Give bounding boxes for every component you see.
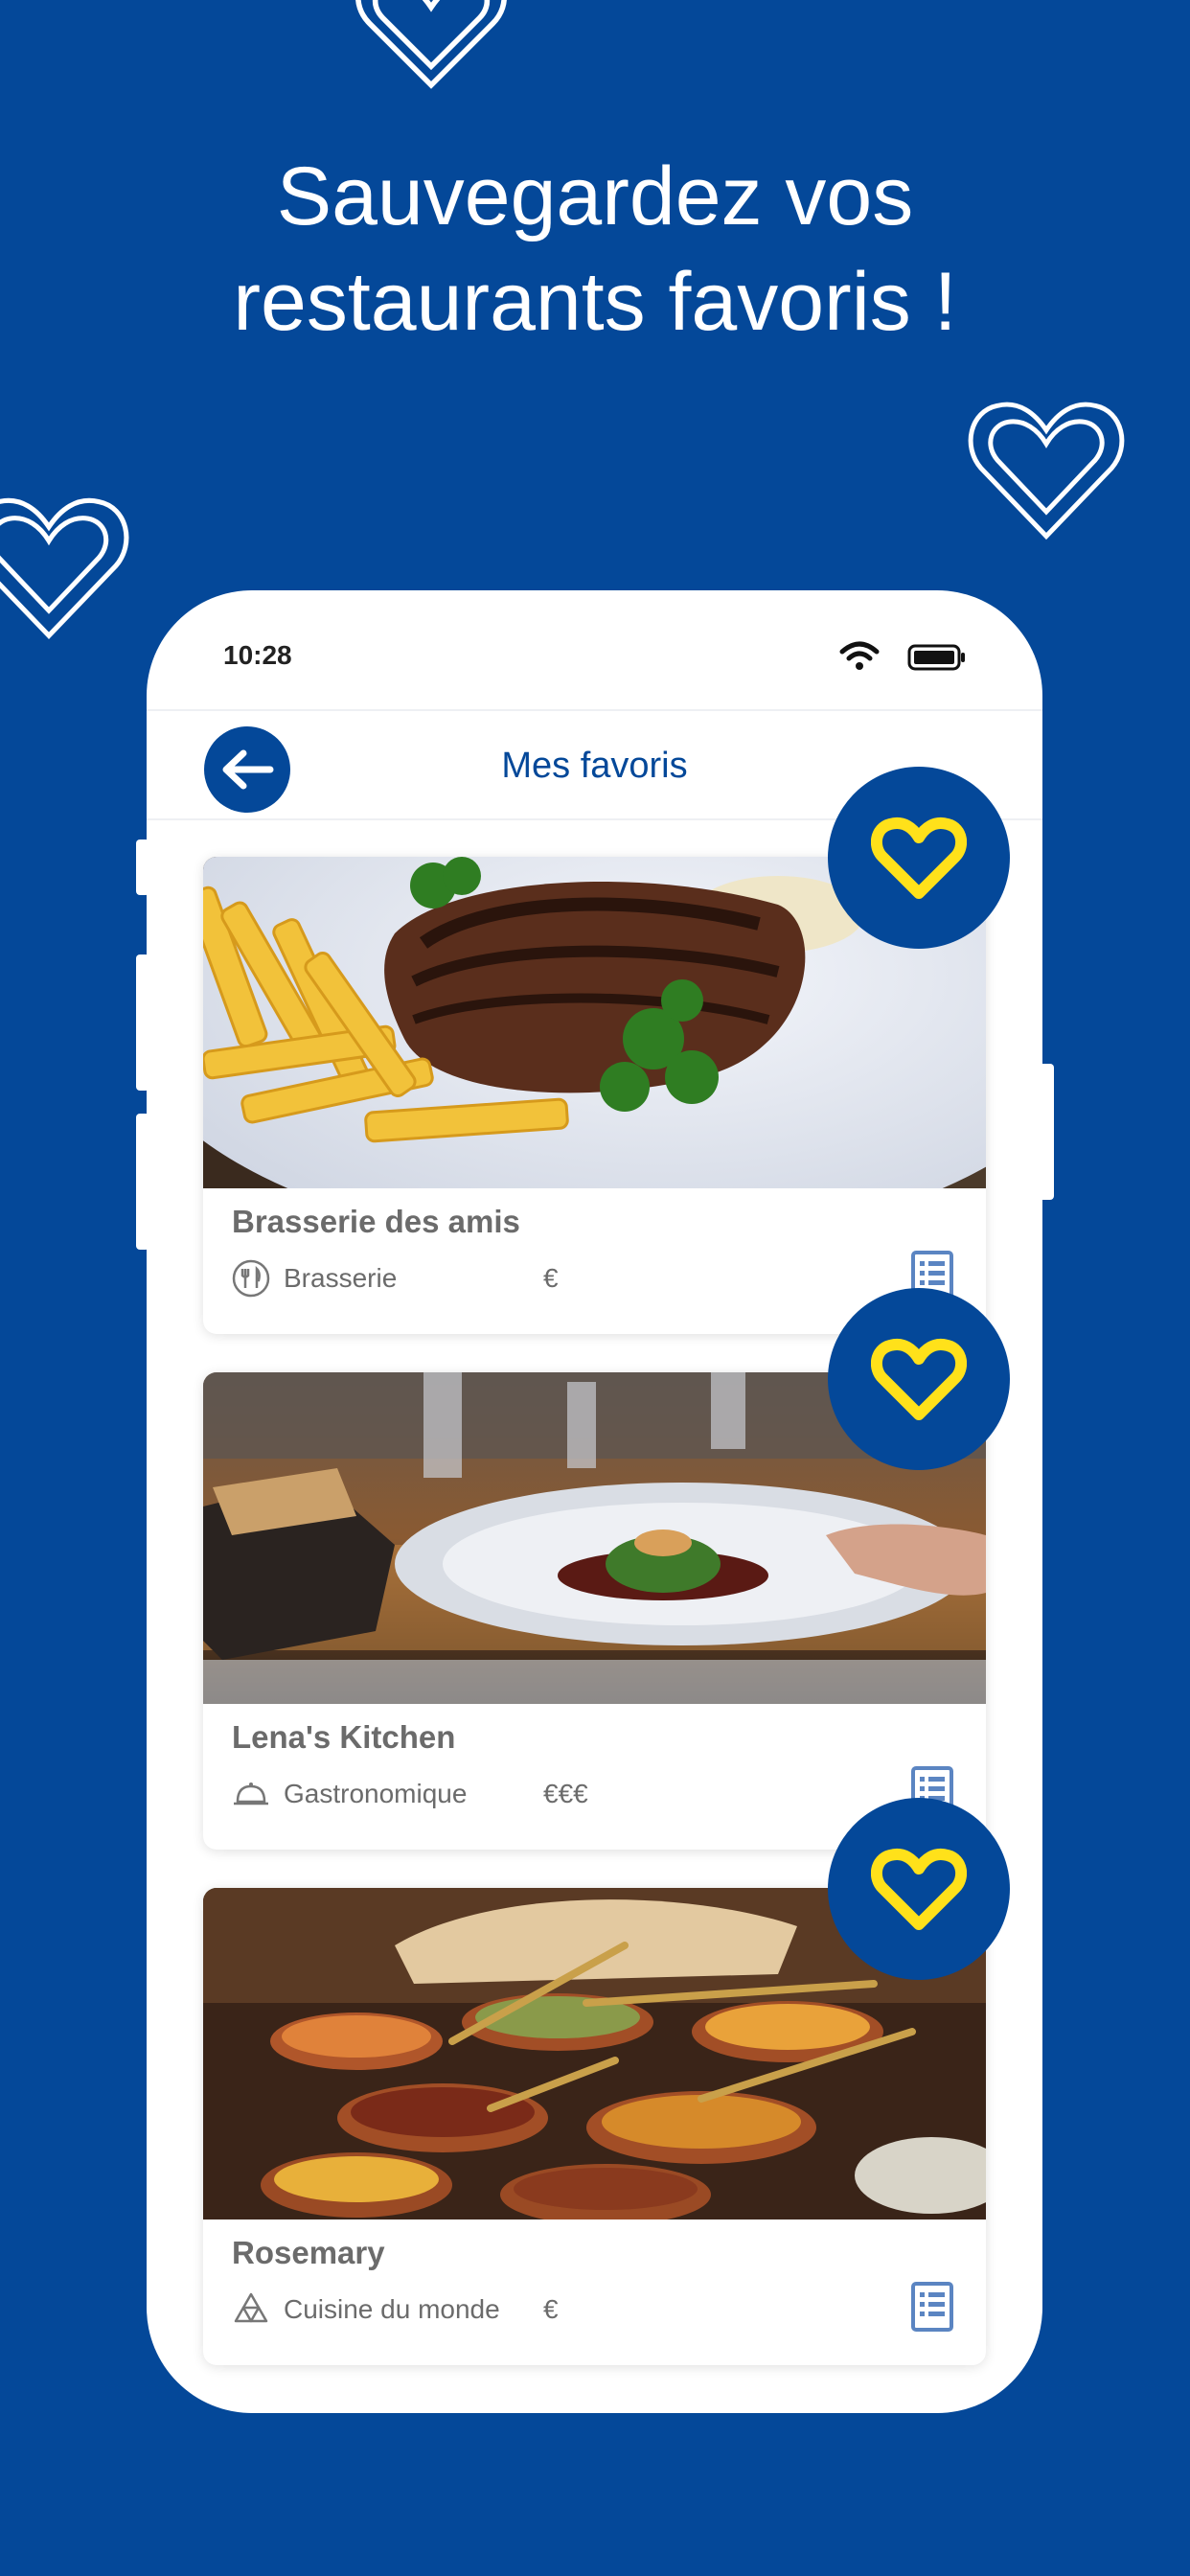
favorite-button[interactable] [828,767,1010,949]
menu-document-icon[interactable] [910,2281,954,2333]
heart-icon [871,1849,967,1930]
heart-icon [871,817,967,899]
restaurant-price: €€€ [543,1779,588,1808]
restaurant-name: Rosemary [232,2235,385,2270]
favorite-button[interactable] [828,1798,1010,1980]
restaurant-price: € [543,2294,559,2324]
status-bar: 10:28 [147,590,1042,709]
decorative-heart-icon [964,395,1129,544]
restaurant-name: Brasserie des amis [232,1204,520,1239]
restaurant-category: Gastronomique [284,1779,468,1808]
restaurant-category: Brasserie [284,1263,398,1293]
wifi-icon [838,640,881,671]
headline-line-1: Sauvegardez vos [276,150,914,242]
headline-line-2: restaurants favoris ! [233,256,957,348]
status-time: 10:28 [223,640,292,670]
cutlery-icon [232,1259,270,1298]
favorite-button[interactable] [828,1288,1010,1470]
battery-icon [907,644,967,671]
heart-icon [871,1339,967,1420]
decorative-heart-icon [0,491,136,644]
world-cuisine-icon [232,2290,270,2329]
cloche-icon [232,1775,270,1813]
restaurant-price: € [543,1263,559,1293]
restaurant-name: Lena's Kitchen [232,1719,456,1755]
headline: Sauvegardez vos restaurants favoris ! [0,144,1190,355]
restaurant-category: Cuisine du monde [284,2294,500,2324]
decorative-heart-icon [345,0,517,96]
